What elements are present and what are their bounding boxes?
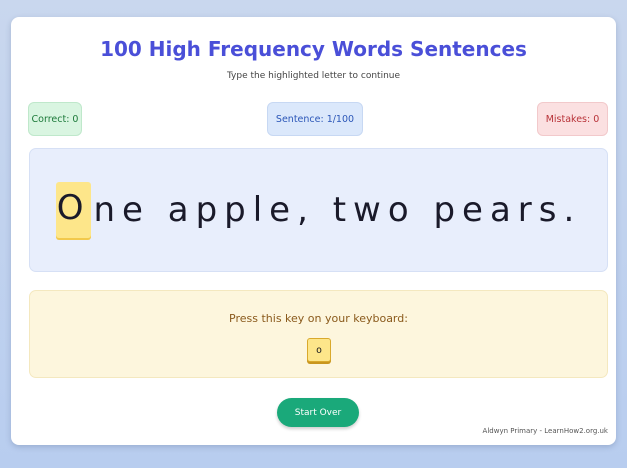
correct-counter: Correct: 0 xyxy=(28,102,82,136)
key-prompt-panel: Press this key on your keyboard: o xyxy=(29,290,608,378)
sentence-panel: One apple, two pears. xyxy=(29,148,608,272)
key-prompt-label: Press this key on your keyboard: xyxy=(229,312,408,325)
mistakes-value: 0 xyxy=(593,113,600,125)
instruction-subtitle: Type the highlighted letter to continue xyxy=(226,71,401,81)
keycap: o xyxy=(307,338,331,362)
sentence-value: 1/100 xyxy=(326,113,355,125)
mistakes-label: Mistakes: xyxy=(545,113,591,125)
mistakes-counter: Mistakes: 0 xyxy=(537,102,608,136)
start-over-button[interactable]: Start Over xyxy=(277,398,359,427)
footer-credit: Aldwyn Primary - LearnHow2.org.uk xyxy=(482,427,608,435)
sentence-counter: Sentence: 1/100 xyxy=(267,102,363,136)
sentence-text: One apple, two pears. xyxy=(55,182,582,238)
correct-label: Correct: xyxy=(31,113,70,125)
sentence-label: Sentence: xyxy=(275,113,324,125)
main-card: 100 High Frequency Words Sentences Type … xyxy=(11,17,616,445)
correct-value: 0 xyxy=(72,113,79,125)
page-title: 100 High Frequency Words Sentences xyxy=(100,37,527,61)
highlighted-letter: O xyxy=(55,182,92,238)
remaining-text: ne apple, two pears. xyxy=(93,190,582,230)
